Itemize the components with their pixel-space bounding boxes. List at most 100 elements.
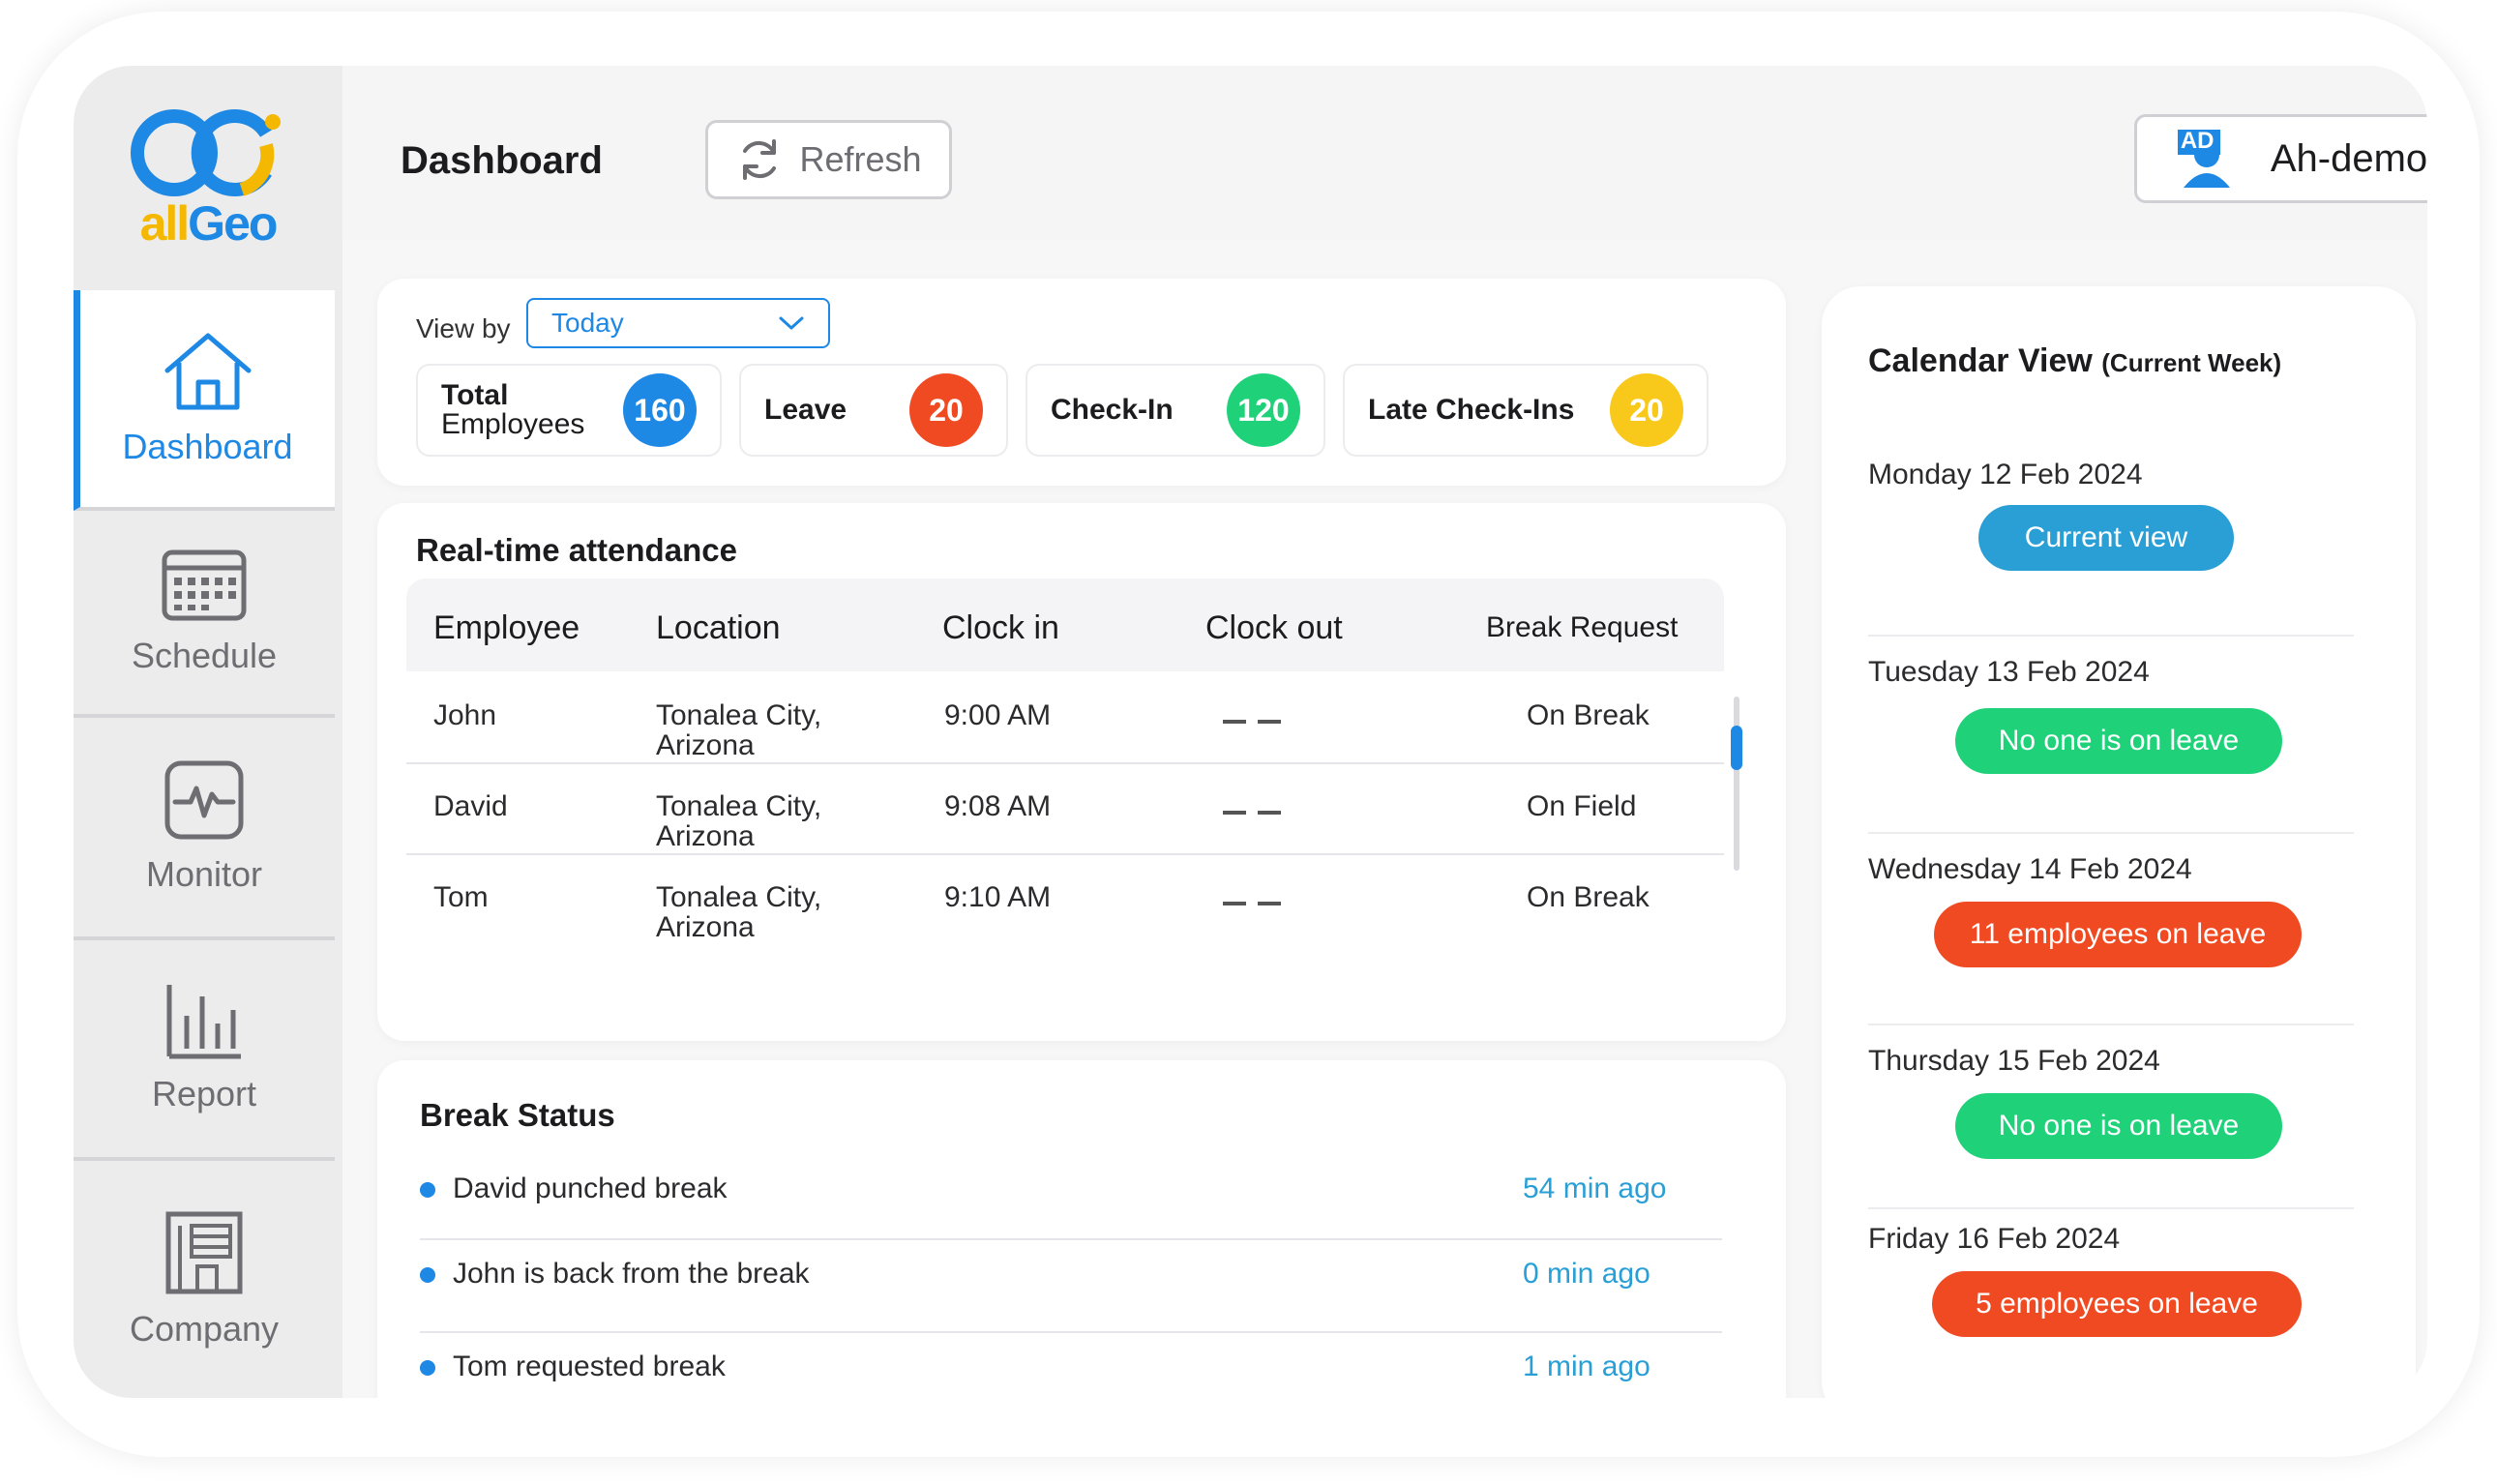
sidebar-item-monitor[interactable]: Monitor (74, 718, 335, 940)
refresh-button[interactable]: Refresh (705, 120, 952, 199)
stat-badge: 120 (1227, 373, 1300, 447)
building-icon (165, 1211, 243, 1293)
bullet-dot-icon (420, 1182, 435, 1198)
calendar-title: Calendar View (Current Week) (1868, 342, 2282, 379)
break-text: Tom requested break (453, 1350, 726, 1382)
sidebar-item-label: Report (151, 1074, 257, 1113)
calendar-day: Tuesday 13 Feb 2024 No one is on leave (1868, 637, 2354, 834)
bar-chart-icon (166, 985, 241, 1059)
leave-status-pill[interactable]: No one is on leave (1955, 1093, 2282, 1159)
allgeo-logo: allGeo (74, 66, 342, 290)
cell-location: Tonalea City, Arizona (656, 790, 822, 852)
current-view-button[interactable]: Current view (1978, 505, 2234, 571)
calendar-card: Calendar View (Current Week) Monday 12 F… (1822, 286, 2416, 1398)
sidebar-item-report[interactable]: Report (74, 940, 335, 1161)
cell-clock-in: 9:08 AM (944, 790, 1052, 822)
table-header: Employee Location Clock in Clock out Bre… (406, 579, 1724, 671)
break-text: John is back from the break (453, 1258, 810, 1290)
page-title: Dashboard (401, 139, 603, 182)
refresh-label: Refresh (799, 139, 922, 179)
avatar-initials: AD (2180, 128, 2215, 154)
break-time: 54 min ago (1523, 1172, 1667, 1204)
chevron-down-icon (779, 316, 804, 330)
logo-mark-icon (131, 109, 281, 196)
stat-label: Check-In (1051, 394, 1174, 426)
cell-break-request: On Break (1527, 699, 1650, 731)
sidebar-item-schedule[interactable]: Schedule (74, 511, 335, 718)
calendar-day: Friday 16 Feb 2024 5 employees on leave (1868, 1209, 2354, 1398)
column-header: Break Request (1486, 611, 1679, 643)
table-row[interactable]: John Tonalea City, Arizona 9:00 AM On Bre… (406, 673, 1724, 764)
stat-badge: 160 (623, 373, 697, 447)
calendar-date: Tuesday 13 Feb 2024 (1868, 656, 2150, 688)
break-time: 0 min ago (1523, 1258, 1650, 1290)
column-header: Clock out (1205, 609, 1343, 646)
calendar-day: Thursday 15 Feb 2024 No one is on leave (1868, 1025, 2354, 1209)
stat-total-employees[interactable]: Total Employees 160 (416, 364, 722, 457)
cell-employee: Tom (433, 881, 489, 913)
sidebar-item-label: Dashboard (122, 427, 293, 466)
calendar-date: Thursday 15 Feb 2024 (1868, 1045, 2160, 1077)
stat-leave[interactable]: Leave 20 (739, 364, 1008, 457)
app-window: allGeo Dashboard Schedule Monitor Report… (74, 66, 2427, 1398)
break-status-card: Break Status David punched break 54 min … (377, 1060, 1786, 1398)
sidebar-item-dashboard[interactable]: Dashboard (74, 290, 335, 511)
cell-employee: John (433, 699, 497, 731)
stat-label: Total Employees (441, 379, 585, 440)
cell-employee: David (433, 790, 508, 822)
sidebar-item-label: Monitor (145, 854, 263, 894)
stat-label: Late Check-Ins (1368, 394, 1575, 426)
top-header: Dashboard Refresh AD Ah-demo (342, 66, 2427, 240)
sidebar-item-label: Company (129, 1308, 280, 1349)
monitor-icon (164, 760, 244, 840)
stat-badge: 20 (909, 373, 983, 447)
break-status-title: Break Status (420, 1097, 615, 1133)
list-item[interactable]: Tom requested break 1 min ago (420, 1333, 1722, 1398)
cell-clock-out-empty (1223, 720, 1281, 724)
table-row[interactable]: David Tonalea City, Arizona 9:08 AM On Fi… (406, 764, 1724, 855)
list-item[interactable]: John is back from the break 0 min ago (420, 1240, 1722, 1333)
stat-late-check-ins[interactable]: Late Check-Ins 20 (1343, 364, 1709, 457)
view-by-select[interactable]: Today (526, 298, 830, 348)
stat-badge: 20 (1610, 373, 1683, 447)
sidebar: allGeo Dashboard Schedule Monitor Report… (74, 66, 342, 1398)
attendance-title: Real-time attendance (416, 532, 737, 568)
column-header: Clock in (942, 609, 1059, 646)
cell-break-request: On Field (1527, 790, 1637, 822)
break-time: 1 min ago (1523, 1350, 1650, 1382)
cell-clock-in: 9:00 AM (944, 699, 1052, 731)
user-name: Ah-demo (2270, 136, 2427, 180)
view-by-value: Today (551, 308, 624, 338)
refresh-icon (743, 139, 777, 180)
table-row[interactable]: Tom Tonalea City, Arizona 9:10 AM On Brea… (406, 855, 1724, 946)
calendar-day: Wednesday 14 Feb 2024 11 employees on le… (1868, 834, 2354, 1025)
column-header: Location (656, 609, 781, 646)
user-menu-button[interactable]: AD Ah-demo (2134, 114, 2427, 203)
leave-status-pill[interactable]: No one is on leave (1955, 708, 2282, 774)
list-item[interactable]: David punched break 54 min ago (420, 1155, 1722, 1240)
scrollbar-thumb[interactable] (1731, 726, 1742, 770)
leave-status-pill[interactable]: 11 employees on leave (1934, 902, 2302, 967)
calendar-icon (162, 549, 247, 621)
stat-check-in[interactable]: Check-In 120 (1026, 364, 1325, 457)
cell-clock-in: 9:10 AM (944, 881, 1052, 913)
sidebar-item-company[interactable]: Company (74, 1161, 335, 1398)
calendar-day: Monday 12 Feb 2024 Current view (1868, 459, 2354, 637)
bullet-dot-icon (420, 1360, 435, 1376)
leave-status-pill[interactable]: 5 employees on leave (1932, 1271, 2302, 1337)
home-icon (164, 333, 251, 410)
logo-text: allGeo (139, 196, 279, 251)
cell-break-request: On Break (1527, 881, 1650, 913)
calendar-date: Monday 12 Feb 2024 (1868, 459, 2143, 490)
cell-location: Tonalea City, Arizona (656, 881, 822, 943)
break-text: David punched break (453, 1172, 728, 1204)
calendar-date: Friday 16 Feb 2024 (1868, 1223, 2121, 1255)
stat-label: Leave (764, 394, 847, 426)
table-scrollbar[interactable] (1731, 697, 1742, 871)
cell-clock-out-empty (1223, 902, 1281, 905)
sidebar-item-label: Schedule (131, 636, 278, 675)
cell-clock-out-empty (1223, 811, 1281, 815)
column-header: Employee (433, 609, 580, 646)
stats-card: View by Today Total Employees 160 Leave … (377, 279, 1786, 486)
cell-location: Tonalea City, Arizona (656, 699, 822, 761)
